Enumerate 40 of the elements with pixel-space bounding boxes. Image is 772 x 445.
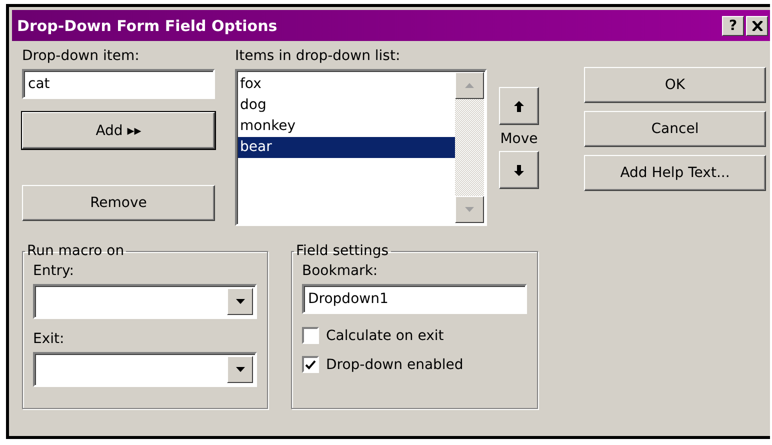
move-up-button[interactable]: [499, 87, 539, 125]
window-title: Drop-Down Form Field Options: [17, 16, 278, 34]
field-label: Exit:: [33, 331, 66, 347]
list-item[interactable]: monkey: [238, 116, 455, 137]
up-arrow-icon: [514, 100, 524, 112]
list-item[interactable]: fox: [238, 74, 455, 95]
scroll-down-button[interactable]: [455, 196, 484, 223]
dialog-button[interactable]: Cancel: [584, 111, 766, 147]
down-arrow-icon: [514, 164, 524, 176]
field-label: Drop-down item:: [22, 48, 140, 64]
add-button[interactable]: Add ▸▸: [22, 112, 215, 149]
dialog-button[interactable]: Add Help Text...: [584, 155, 766, 191]
move-label: Move: [500, 131, 538, 147]
list-label: Items in drop-down list:: [235, 48, 402, 64]
field-label: Entry:: [33, 263, 75, 279]
dropdown-field[interactable]: [33, 352, 257, 387]
group-title: Field settings: [295, 243, 390, 259]
close-button[interactable]: [746, 16, 768, 36]
help-button[interactable]: ?: [722, 16, 744, 36]
scrollbar[interactable]: [455, 72, 484, 223]
list-item[interactable]: dog: [238, 95, 455, 116]
dropdown-caret-icon: [236, 367, 244, 372]
input-field[interactable]: Dropdown1: [302, 284, 527, 314]
list-item[interactable]: bear: [238, 137, 455, 158]
checkbox[interactable]: [302, 356, 319, 373]
checkbox-label[interactable]: Calculate on exit: [326, 328, 444, 344]
up-triangle-icon: [465, 83, 474, 88]
remove-button[interactable]: Remove: [22, 185, 215, 221]
dropdown-field[interactable]: [33, 284, 257, 319]
close-icon: [752, 20, 762, 30]
scroll-up-button[interactable]: [455, 72, 484, 99]
dialog-button[interactable]: OK: [584, 67, 766, 103]
checkbox-label[interactable]: Drop-down enabled: [326, 356, 464, 372]
down-triangle-icon: [465, 207, 474, 212]
checkbox[interactable]: [302, 327, 319, 344]
group-title: Run macro on: [26, 243, 126, 259]
input-field[interactable]: cat: [22, 69, 215, 99]
dropdown-caret-icon: [236, 299, 244, 304]
move-down-button[interactable]: [499, 151, 539, 189]
field-label: Bookmark:: [302, 263, 379, 279]
